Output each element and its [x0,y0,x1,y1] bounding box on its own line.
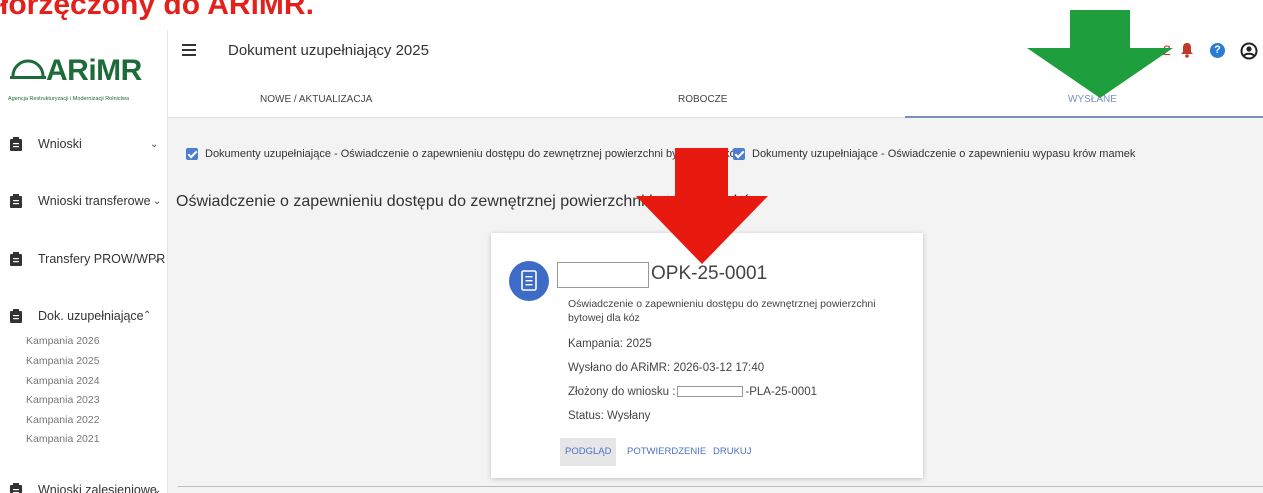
sidebar-item-label: Wnioski [38,137,82,151]
sidebar-subitem-kampania[interactable]: Kampania 2022 [26,414,100,426]
filter-checkbox-krowy[interactable]: Dokumenty uzupełniające - Oświadczenie o… [733,148,1135,160]
chevron-down-icon: ⌄ [150,138,159,150]
tab-nowe-aktualizacja[interactable]: NOWE / AKTUALIZACJA [260,94,372,105]
logo-mark-icon [10,59,46,79]
sidebar-item-label: Dok. uzupełniające [38,309,144,323]
logo-subtitle: Agencja Restrukturyzacji i Modernizacji … [8,96,130,102]
clipboard-icon [10,309,22,323]
sidebar-subitem-kampania[interactable]: Kampania 2024 [26,375,100,387]
sidebar-item-wnioski-transferowe[interactable]: Wnioski transferowe ⌄ [0,186,168,216]
submitted-prefix: Złożony do wniosku : [568,386,676,398]
sidebar: ARiMR Agencja Restrukturyzacji i Moderni… [0,30,168,493]
help-icon[interactable]: ? [1210,43,1225,58]
sidebar-item-label: Wnioski zalesieniowe [38,483,157,493]
checkbox-checked-icon[interactable] [186,148,198,160]
sidebar-subitem-kampania[interactable]: Kampania 2023 [26,394,100,406]
logo-name: ARiMR [46,54,142,87]
chevron-up-icon: ⌃ [143,310,152,321]
submitted-suffix: -PLA-25-0001 [745,386,817,398]
banner-text: łorzęczony do ARiMR. [0,0,314,21]
chevron-down-icon: ⌄ [153,195,162,207]
arimr-logo[interactable]: ARiMR Agencja Restrukturyzacji i Moderni… [8,48,158,108]
menu-icon[interactable] [182,44,196,56]
document-card: OPK-25-0001 Oświadczenie o zapewnieniu d… [491,233,923,478]
document-sent-date: Wysłano do ARiMR: 2026-03-12 17:40 [568,362,765,374]
document-description: Oświadczenie o zapewnieniu dostępu do ze… [568,298,876,324]
clipboard-icon [10,252,22,266]
sidebar-item-wnioski[interactable]: Wnioski ⌄ [0,129,168,159]
divider [178,486,1263,487]
chevron-down-icon: ⌄ [153,253,162,265]
document-status: Status: Wysłany [568,410,651,422]
document-number: OPK-25-0001 [651,263,768,284]
page-title: Dokument uzupełniający 2025 [228,42,429,59]
green-arrow-icon [1027,10,1173,98]
document-icon [509,261,549,301]
clipboard-icon [10,194,22,208]
print-button[interactable]: DRUKUJ [708,438,757,466]
confirmation-button[interactable]: POTWIERDZENIE [622,438,711,466]
user-account-icon[interactable] [1240,42,1258,60]
red-arrow-icon [636,148,768,264]
sidebar-item-dok-uzupelniajace[interactable]: Dok. uzupełniające ⌃ [0,301,168,331]
document-submitted-to: Złożony do wniosku : -PLA-25-0001 [568,386,817,398]
sidebar-item-wnioski-zalesieniowe[interactable]: Wnioski zalesieniowe ⌄ [0,475,168,493]
chevron-down-icon: ⌄ [153,484,162,493]
redacted-box [677,386,744,398]
clipboard-icon [10,483,22,493]
sidebar-subitem-kampania[interactable]: Kampania 2021 [26,433,100,445]
sidebar-item-label: Wnioski transferowe [38,194,151,208]
sidebar-item-label: Transfery PROW/WPR [38,252,166,266]
tab-robocze[interactable]: ROBOCZE [678,94,727,105]
sidebar-subitem-kampania[interactable]: Kampania 2025 [26,355,100,367]
clipboard-icon [10,137,22,151]
sidebar-subitem-kampania[interactable]: Kampania 2026 [26,335,100,347]
document-campaign: Kampania: 2025 [568,338,652,350]
sidebar-item-transfery[interactable]: Transfery PROW/WPR ⌄ [0,244,168,274]
preview-button[interactable]: PODGLĄD [560,438,617,466]
filter-label: Dokumenty uzupełniające - Oświadczenie o… [752,148,1136,160]
